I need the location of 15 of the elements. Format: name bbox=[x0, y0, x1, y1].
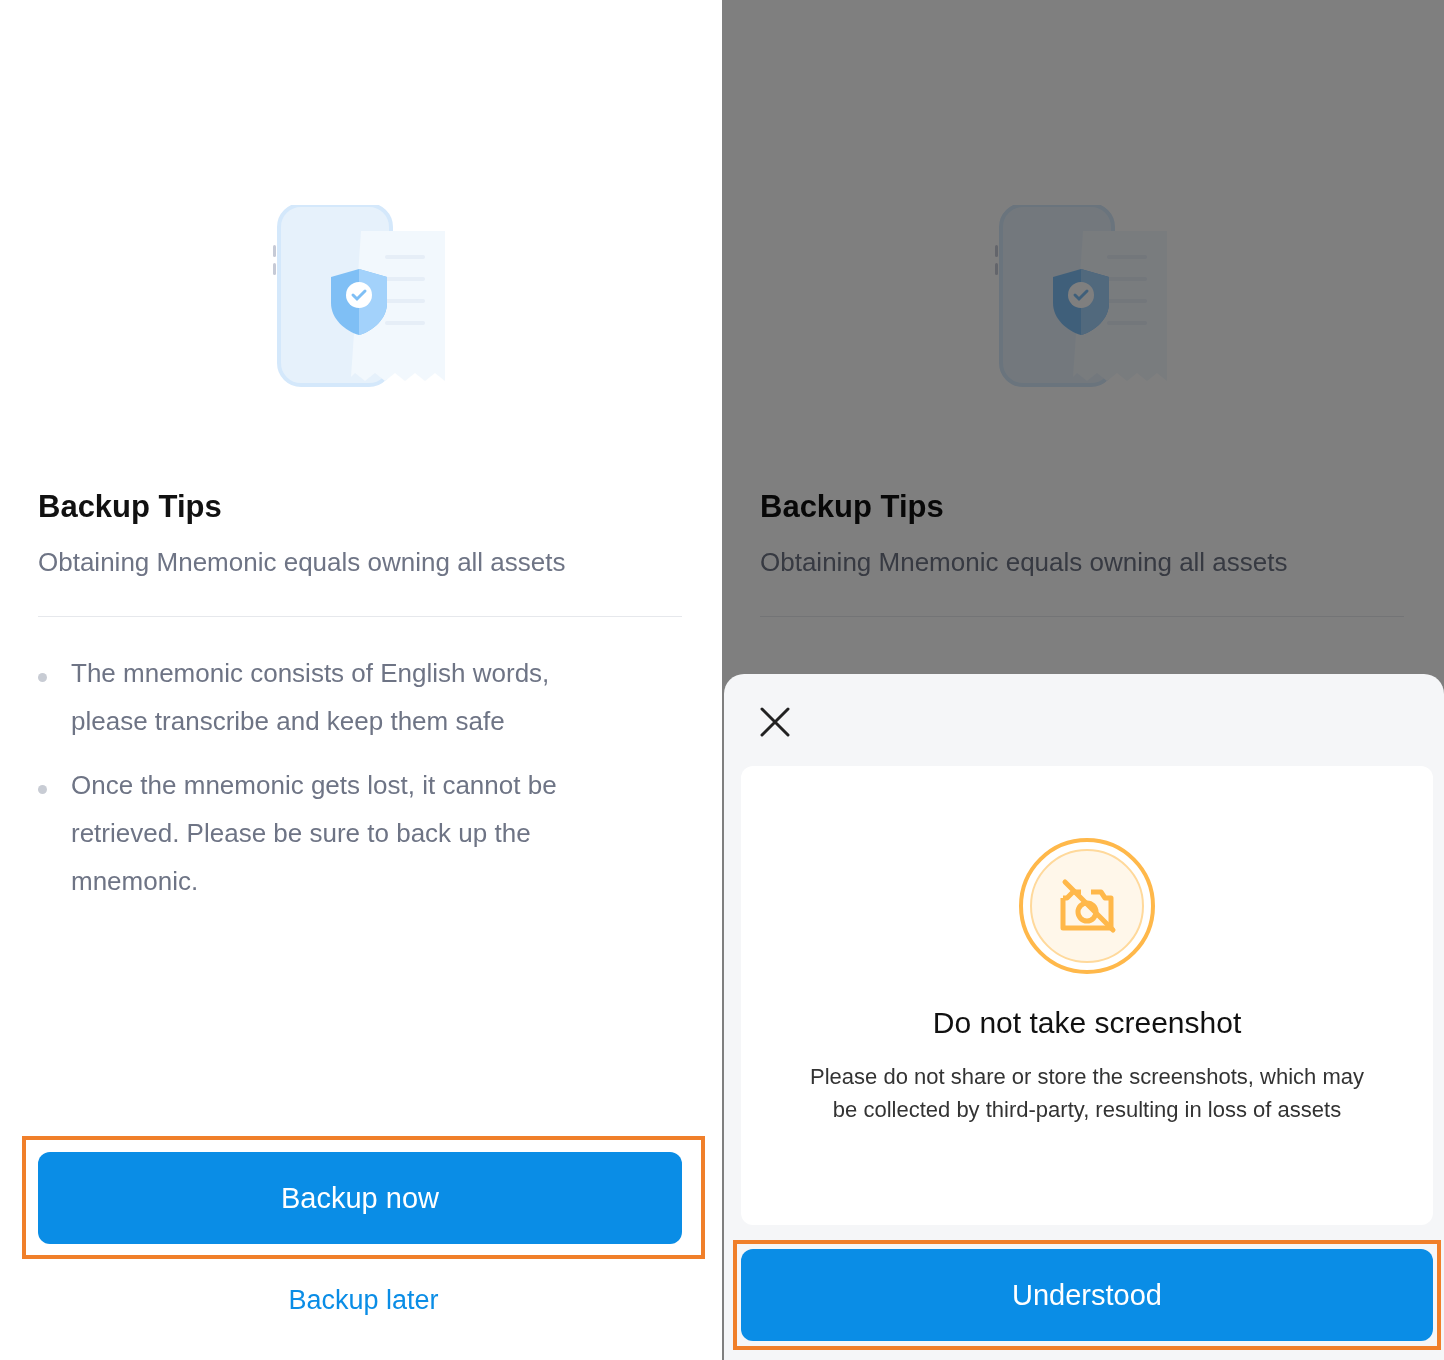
backup-now-button[interactable]: Backup now bbox=[38, 1152, 682, 1244]
bullet-icon bbox=[38, 673, 47, 682]
close-icon[interactable] bbox=[759, 706, 791, 738]
page-subtitle: Obtaining Mnemonic equals owning all assets bbox=[760, 547, 1289, 578]
page-subtitle: Obtaining Mnemonic equals owning all assets bbox=[38, 547, 567, 578]
page-title: Backup Tips bbox=[38, 489, 223, 525]
backup-later-link[interactable]: Backup later bbox=[288, 1285, 439, 1316]
tip-text: The mnemonic consists of English words, please transcribe and keep them safe bbox=[71, 657, 551, 738]
bullet-icon bbox=[38, 785, 47, 794]
page-title: Backup Tips bbox=[760, 489, 945, 525]
no-camera-icon bbox=[1017, 836, 1157, 976]
understood-button[interactable]: Understood bbox=[741, 1249, 1433, 1341]
dialog-title: Do not take screenshot bbox=[932, 1006, 1242, 1040]
tip-text: Once the mnemonic gets lost, it cannot be retrieved. Please be sure to back up the mnemonic. bbox=[71, 769, 558, 898]
dialog-message: Please do not share or store the screenshots, which may be collected by third-party, resulting in loss of assets bbox=[809, 1063, 1365, 1124]
